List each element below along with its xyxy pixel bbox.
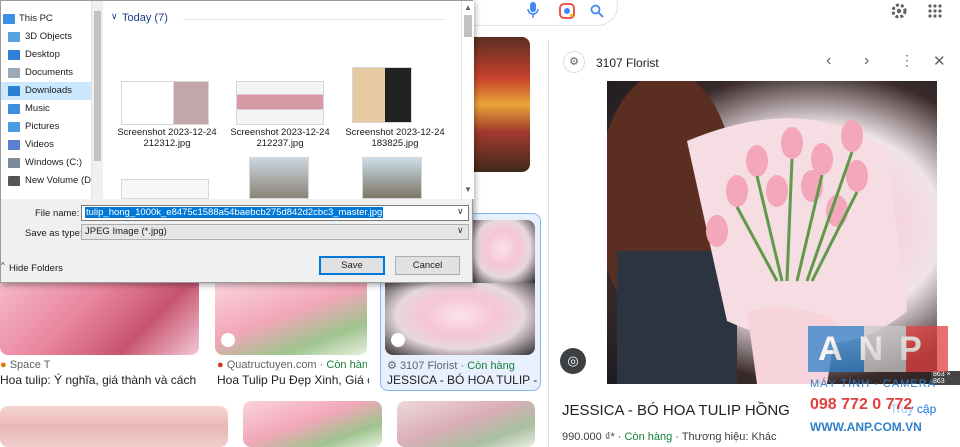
result-image-4[interactable] <box>0 406 228 447</box>
cube-icon <box>8 32 20 42</box>
save-type-label: Save as type: <box>25 228 83 239</box>
result-source: ● Space T <box>0 359 51 371</box>
desktop-icon <box>8 50 20 60</box>
next-icon[interactable]: › <box>864 52 869 70</box>
panel-meta: 990.000 ₫* · Còn hàng · Thương hiệu: Khá… <box>562 431 777 443</box>
chevron-down-icon[interactable]: ∨ <box>111 11 118 22</box>
drive-icon <box>8 158 20 168</box>
more-options-icon[interactable]: ⋮ <box>900 52 914 69</box>
result-source: ● Quatructuyen.com · Còn hàng <box>217 359 367 371</box>
file-name-value: tulip_hong_1000k_e8475c1588a54baebcb275d… <box>85 207 384 218</box>
gear-icon[interactable] <box>890 2 908 23</box>
lens-icon[interactable] <box>559 3 575 22</box>
file-thumbnail[interactable] <box>121 81 209 125</box>
result-title[interactable]: Hoa tulip: Ý nghĩa, giá thành và cách bố… <box>0 373 199 387</box>
scroll-thumb[interactable] <box>464 15 472 37</box>
file-name[interactable]: Screenshot 2023-12-24 212312.jpg <box>107 127 227 149</box>
result-source: ⚙ 3107 Florist · Còn hàng <box>387 360 515 372</box>
video-icon <box>8 140 20 150</box>
result-image-1[interactable] <box>0 283 199 355</box>
panel-title: JESSICA - BÓ HOA TULIP HỒNG <box>562 402 790 419</box>
cancel-button[interactable]: Cancel <box>395 256 460 275</box>
save-button[interactable]: Save <box>319 256 385 275</box>
file-name[interactable]: Screenshot 2023-12-24 183825.jpg <box>335 127 455 149</box>
anp-watermark: ANP MÁY TÍNH - CAMERA 098 772 0 772 WWW.… <box>808 326 960 447</box>
scroll-thumb[interactable] <box>94 11 101 161</box>
tag-icon <box>391 333 405 347</box>
tree-item-documents[interactable]: Documents <box>1 64 93 82</box>
apps-icon[interactable] <box>928 4 942 21</box>
tree-item-pictures[interactable]: Pictures <box>1 118 93 136</box>
watermark-site: WWW.ANP.COM.VN <box>810 420 922 434</box>
result-image-3[interactable] <box>385 283 535 355</box>
result-image-5[interactable] <box>243 401 382 447</box>
file-thumbnail[interactable] <box>121 179 209 199</box>
lens-search-icon[interactable]: ◎ <box>560 348 586 374</box>
watermark-phone: 098 772 0 772 <box>810 396 913 414</box>
result-image-tulip-field[interactable] <box>473 37 530 172</box>
result-image-2[interactable] <box>215 283 367 355</box>
scroll-up-icon[interactable]: ▲ <box>464 3 472 12</box>
document-icon <box>8 68 20 78</box>
drive-icon <box>8 176 20 186</box>
result-title[interactable]: Hoa Tulip Pu Đẹp Xinh, Giá ch... <box>217 373 369 387</box>
anp-logo: ANP <box>808 326 948 372</box>
file-scrollbar[interactable]: ▲ ▼ <box>461 1 474 199</box>
chevron-down-icon[interactable]: ∨ <box>457 206 464 217</box>
prev-icon[interactable]: ‹ <box>826 52 831 70</box>
file-list: ∨ Today (7) Screenshot 2023-12-24 212312… <box>103 1 461 199</box>
chevron-up-icon[interactable]: ^ <box>1 261 5 270</box>
tree-item-desktop[interactable]: Desktop <box>1 46 93 64</box>
scroll-down-icon[interactable]: ▼ <box>464 185 472 194</box>
search-icon[interactable] <box>590 4 604 21</box>
panel-source[interactable]: 3107 Florist <box>596 56 659 70</box>
close-icon[interactable]: ✕ <box>933 52 946 70</box>
file-name-input[interactable]: tulip_hong_1000k_e8475c1588a54baebcb275d… <box>81 205 469 221</box>
save-type-value: JPEG Image (*.jpg) <box>85 226 167 237</box>
tree-item-music[interactable]: Music <box>1 100 93 118</box>
tree-scrollbar[interactable] <box>91 1 103 199</box>
pictures-icon <box>8 122 20 132</box>
save-as-dialog: This PC 3D Objects Desktop Documents Dow… <box>0 0 474 283</box>
tree-item-3d-objects[interactable]: 3D Objects <box>1 28 93 46</box>
result-title[interactable]: JESSICA - BÓ HOA TULIP - ... <box>387 373 537 387</box>
watermark-line1: MÁY TÍNH - CAMERA <box>810 378 936 390</box>
navigation-tree: This PC 3D Objects Desktop Documents Dow… <box>1 1 103 199</box>
tree-item-this-pc[interactable]: This PC <box>1 10 93 28</box>
file-thumbnail[interactable] <box>249 157 309 199</box>
file-name-label: File name: <box>35 208 80 219</box>
computer-icon <box>3 14 15 24</box>
mic-icon[interactable] <box>527 2 539 25</box>
chevron-down-icon[interactable]: ∨ <box>457 225 464 236</box>
music-icon <box>8 104 20 114</box>
file-thumbnail[interactable] <box>362 157 422 199</box>
tree-item-drive-c[interactable]: Windows (C:) <box>1 154 93 172</box>
save-type-select[interactable]: JPEG Image (*.jpg) <box>81 224 469 240</box>
result-image-3-top[interactable] <box>470 220 535 283</box>
tree-item-videos[interactable]: Videos <box>1 136 93 154</box>
group-divider <box>183 19 445 20</box>
site-favicon: ⚙ <box>563 51 585 73</box>
tree-item-downloads[interactable]: Downloads <box>1 82 93 100</box>
result-image-6[interactable] <box>397 401 535 447</box>
download-icon <box>8 86 20 96</box>
hide-folders-button[interactable]: Hide Folders <box>9 263 63 274</box>
file-name[interactable]: Screenshot 2023-12-24 212237.jpg <box>220 127 340 149</box>
file-thumbnail[interactable] <box>236 81 324 125</box>
tree-item-drive-d[interactable]: New Volume (D: <box>1 172 93 190</box>
file-thumbnail[interactable] <box>352 67 412 123</box>
tag-icon <box>221 333 235 347</box>
group-header[interactable]: Today (7) <box>122 12 168 24</box>
